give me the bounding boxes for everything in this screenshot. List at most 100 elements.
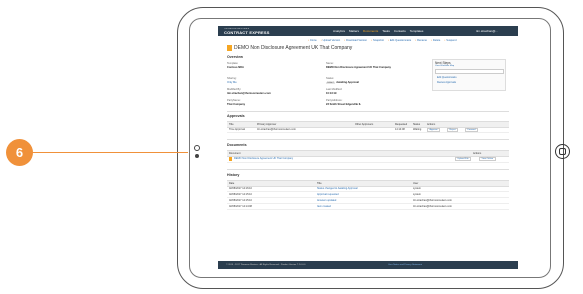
- status-value: DRAFT Awaiting Approval: [326, 81, 359, 84]
- modified-by-value: tim.strachan@thomsonreuters.com: [227, 92, 271, 95]
- brand-logo[interactable]: THOMSON REUTERS CONTRACT EXPRESS: [224, 27, 270, 35]
- party-name-value: That Company: [227, 103, 246, 106]
- action-edit-questionnaire[interactable]: Edit Questionnaire: [388, 39, 411, 42]
- camera-icon: [194, 145, 200, 151]
- col-other-approvers: Other Approvers: [355, 123, 374, 126]
- nav-tasks[interactable]: Tasks: [382, 29, 390, 33]
- history-date: 02/08/2017 14:16:10: [229, 187, 252, 190]
- footer-privacy-link[interactable]: User Notice and Privacy Statement: [388, 264, 422, 266]
- footer-copyright: © 2015 - 2017 Thomson Reuters - All Righ…: [226, 263, 306, 266]
- home-button-icon[interactable]: [555, 144, 570, 159]
- template-value: Contoso NDA: [227, 66, 244, 69]
- history-heading: History: [227, 173, 240, 177]
- party-address-label: PartyAddress:: [326, 99, 343, 102]
- approval-title: Time Approval: [229, 128, 245, 131]
- history-title[interactable]: Item created: [317, 205, 331, 208]
- action-clone[interactable]: Clone: [308, 39, 317, 42]
- page-title: DEMO Non Disclosure Agreement UK That Co…: [227, 45, 352, 51]
- history-user: tim.strachan@thomsonreuters.com: [413, 199, 452, 202]
- status-label: Status:: [326, 77, 335, 80]
- sharing-value[interactable]: Only Me: [227, 81, 237, 84]
- approvals-heading: Approvals: [227, 114, 245, 118]
- action-suspend[interactable]: Suspend: [444, 39, 456, 42]
- status-text: Awaiting Approval: [336, 81, 359, 84]
- next-steps-select[interactable]: [435, 69, 504, 74]
- forward-button[interactable]: Forward: [465, 127, 479, 132]
- action-snapshot[interactable]: Snapshot: [371, 39, 384, 42]
- history-user: tim.strachan@thomsonreuters.com: [413, 205, 452, 208]
- col-primary-approver: Primary Approver: [257, 123, 277, 126]
- view-workflow-map-link[interactable]: View Workflow Map: [435, 65, 454, 67]
- approval-requested: 14:14:08: [395, 128, 405, 131]
- col-title: Title: [229, 123, 234, 126]
- col-actions: Actions: [427, 123, 436, 126]
- history-title[interactable]: Status changed to Awaiting Approval: [317, 187, 358, 190]
- divider: [227, 111, 509, 112]
- col-document: Document: [229, 152, 241, 155]
- action-upload-version[interactable]: Upload Version: [321, 39, 341, 42]
- nav-contacts[interactable]: Contacts: [394, 29, 406, 33]
- approval-status: Waiting: [413, 128, 422, 131]
- word-document-icon: [229, 157, 232, 161]
- history-date: 02/08/2017 14:15:10: [229, 193, 252, 196]
- history-title[interactable]: Answers updated: [317, 199, 336, 202]
- callout-badge: 6: [6, 139, 33, 166]
- nav-documents[interactable]: Documents: [363, 29, 378, 33]
- reject-button[interactable]: Reject: [447, 127, 459, 132]
- user-menu[interactable]: tim.strachan@...: [476, 29, 498, 33]
- overview-heading: Overview: [227, 55, 243, 59]
- history-user: system: [413, 193, 421, 196]
- approval-primary: tim.strachan@thomsonreuters.com: [257, 128, 296, 131]
- col-requested: Requested: [395, 123, 408, 126]
- nav-analytics[interactable]: Analytics: [333, 29, 345, 33]
- history-date: 02/08/2017 14:15:10: [229, 199, 252, 202]
- app-screen: THOMSON REUTERS CONTRACT EXPRESS Analyti…: [218, 26, 518, 269]
- table-row: Time Approval tim.strachan@thomsonreuter…: [227, 127, 509, 133]
- modified-by-label: Modified By:: [227, 88, 242, 91]
- callout-number: 6: [15, 145, 24, 160]
- sensor-icon: [195, 154, 199, 158]
- top-nav-bar: THOMSON REUTERS CONTRACT EXPRESS Analyti…: [218, 26, 518, 36]
- history-title[interactable]: Approval requested: [317, 193, 339, 196]
- party-name-label: PartyName:: [227, 99, 241, 102]
- next-steps-panel: Next Steps View Workflow Map Edit Questi…: [432, 59, 506, 91]
- sharing-label: Sharing:: [227, 77, 237, 80]
- template-label: Template:: [227, 62, 239, 65]
- brand-top: THOMSON REUTERS: [224, 28, 250, 30]
- action-delete[interactable]: Delete: [431, 39, 441, 42]
- nav-matters[interactable]: Matters: [349, 29, 359, 33]
- party-address-value: 23 Smith Street Edgerville IL: [326, 103, 362, 106]
- main-nav: Analytics Matters Documents Tasks Contac…: [333, 29, 423, 33]
- last-modified-value: 10:13:19: [326, 92, 337, 95]
- callout-line: [18, 152, 188, 153]
- nav-templates[interactable]: Templates: [410, 29, 424, 33]
- col-history-title: Title: [317, 182, 322, 185]
- col-user: User: [413, 182, 419, 185]
- history-user: system: [413, 187, 421, 190]
- divider: [227, 169, 509, 170]
- documents-heading: Documents: [227, 143, 247, 147]
- document-action-bar: Clone Upload Version Download Version Sn…: [308, 39, 457, 42]
- approve-button[interactable]: Approve: [427, 127, 441, 132]
- action-download-version[interactable]: Download Version: [344, 39, 367, 42]
- footer: © 2015 - 2017 Thomson Reuters - All Righ…: [218, 261, 518, 269]
- next-step-review-approvals[interactable]: Review Approvals: [437, 81, 456, 84]
- action-rename[interactable]: Rename: [415, 39, 427, 42]
- col-date: Date: [229, 182, 235, 185]
- col-status: Status: [413, 123, 421, 126]
- upload-file-button[interactable]: Upload File: [455, 156, 472, 161]
- name-value: DEMO Non Disclosure Agreement UK That Co…: [326, 66, 391, 69]
- last-modified-label: Last Modified:: [326, 88, 343, 91]
- document-link[interactable]: DEMO Non Disclosure Agreement UK That Co…: [234, 157, 293, 160]
- name-label: Name:: [326, 62, 334, 65]
- status-badge: DRAFT: [326, 82, 336, 84]
- col-doc-actions: Actions: [473, 152, 482, 155]
- divider: [227, 139, 509, 140]
- table-row: DEMO Non Disclosure Agreement UK That Co…: [227, 156, 509, 163]
- document-title: DEMO Non Disclosure Agreement UK That Co…: [234, 45, 353, 51]
- next-step-edit-questionnaire[interactable]: Edit Questionnaire: [437, 76, 457, 79]
- table-row: 02/08/2017 14:14:08 Item created tim.str…: [227, 204, 509, 210]
- document-icon: [227, 45, 232, 51]
- view-online-button[interactable]: View Online: [479, 156, 496, 161]
- history-date: 02/08/2017 14:14:08: [229, 205, 252, 208]
